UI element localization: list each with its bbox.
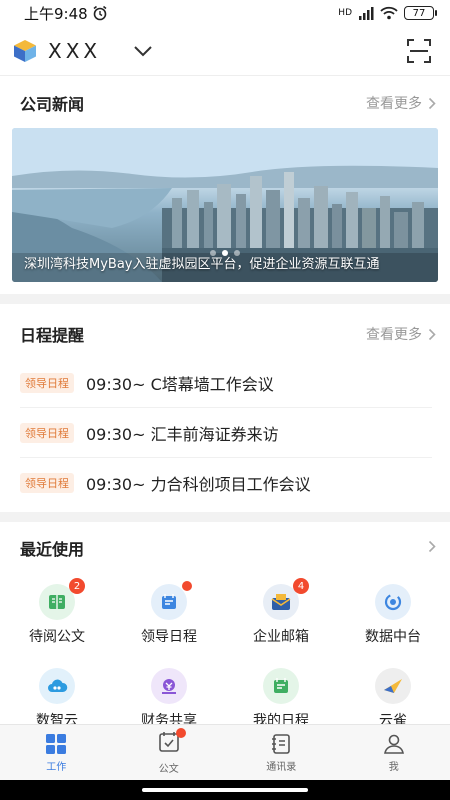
wifi-icon [380,6,398,20]
app-pending-docs[interactable]: 2 待阅公文 [12,578,102,646]
logo-cube-icon [14,39,36,62]
chevron-right-icon [428,97,436,109]
network-type: HD [338,8,352,18]
banner-caption: 深圳湾科技MyBay入驻虚拟园区平台，促进企业资源互联互通 [24,257,380,272]
digital-cloud-icon [39,668,75,704]
app-digital-cloud[interactable]: 数智云 [12,668,102,730]
signal-icon [359,7,374,20]
news-more-label: 查看更多 [366,96,422,112]
app-leader-schedule[interactable]: 领导日程 [124,581,214,646]
battery-indicator: 77 [404,6,437,20]
schedule-item[interactable]: 领导日程 09:30~ 力合科创项目工作会议 [20,458,432,508]
badge-count: 2 [69,578,85,594]
recent-title: 最近使用 [20,540,85,559]
section-divider [0,512,450,522]
schedule-item[interactable]: 领导日程 09:30~ 汇丰前海证券来访 [20,408,432,458]
app-enterprise-mail[interactable]: 4 企业邮箱 [236,578,326,646]
app-header: XXX [0,26,450,76]
tab-label: 公文 [158,763,179,775]
tab-label: 通讯录 [266,761,297,773]
tab-contacts[interactable]: 通讯录 [225,725,338,780]
app-finance-share[interactable]: 财务共享 [124,668,214,730]
news-more-link[interactable]: 查看更多 [366,93,436,113]
address-book-icon [272,733,291,754]
grid-icon [46,733,67,754]
schedule-tag: 领导日程 [20,372,74,393]
schedule-tag: 领导日程 [20,473,74,493]
section-divider [0,294,450,304]
home-indicator [0,780,450,800]
scan-icon[interactable] [406,38,432,64]
tab-label: 我 [388,761,399,773]
badge-count: 4 [293,578,309,594]
notification-dot [182,581,192,591]
finance-share-icon [151,668,187,704]
data-platform-icon [375,584,411,620]
org-name[interactable]: XXX [48,39,101,63]
news-title: 公司新闻 [20,95,85,114]
schedule-more-label: 查看更多 [366,327,422,343]
pending-docs-icon: 2 [39,578,85,620]
app-label: 待阅公文 [29,629,85,645]
app-my-schedule[interactable]: 我的日程 [236,668,326,730]
enterprise-mail-icon: 4 [263,578,309,620]
chevron-down-icon[interactable] [133,45,153,57]
app-label: 领导日程 [141,629,197,645]
app-label: 企业邮箱 [253,629,309,645]
user-icon [383,734,404,754]
yunque-bird-icon [375,668,411,704]
alarm-icon [93,5,107,21]
status-time: 上午9:48 [24,4,88,23]
tab-documents[interactable]: 公文 [113,725,226,780]
news-banner[interactable]: 深圳湾科技MyBay入驻虚拟园区平台，促进企业资源互联互通 [12,128,438,282]
recent-section: 最近使用 2 待阅公文 领导日程 4 企业邮箱 数据中台 数智云 财务共享 我的… [0,522,450,729]
notification-dot [175,727,186,738]
schedule-section: 日程提醒 查看更多 领导日程 09:30~ C塔幕墙工作会议 领导日程 09:3… [0,304,450,510]
app-yunque[interactable]: 云雀 [348,668,438,730]
tab-label: 工作 [46,761,67,773]
leader-schedule-icon [151,581,192,620]
tab-me[interactable]: 我 [338,725,450,780]
schedule-more-link[interactable]: 查看更多 [366,324,436,344]
chevron-right-icon [428,328,436,340]
app-label: 数据中台 [365,629,421,645]
my-schedule-icon [263,668,299,704]
status-bar: 上午9:48 HD 77 [0,0,450,26]
schedule-title: 日程提醒 [20,326,85,345]
recent-chevron-right-icon[interactable] [428,540,436,553]
app-data-platform[interactable]: 数据中台 [348,584,438,646]
bottom-tab-bar: 工作 公文 通讯录 我 [0,724,450,780]
schedule-text: 09:30~ 力合科创项目工作会议 [86,475,311,494]
schedule-tag: 领导日程 [20,422,74,443]
tab-work[interactable]: 工作 [0,725,113,780]
schedule-text: 09:30~ 汇丰前海证券来访 [86,424,279,444]
schedule-text: 09:30~ C塔幕墙工作会议 [86,374,274,394]
schedule-item[interactable]: 领导日程 09:30~ C塔幕墙工作会议 [20,358,432,408]
